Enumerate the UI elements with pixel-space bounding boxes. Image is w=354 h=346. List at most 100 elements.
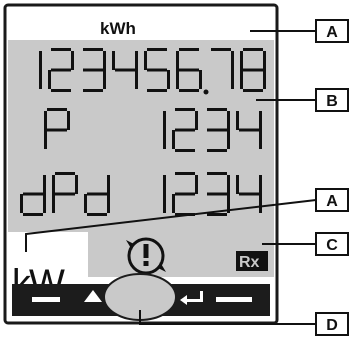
segment xyxy=(163,194,166,213)
segment xyxy=(176,70,179,89)
segment xyxy=(175,192,195,196)
segment xyxy=(263,70,266,89)
decimal-point xyxy=(203,89,209,95)
segment xyxy=(163,130,166,149)
segment xyxy=(43,175,46,194)
segment xyxy=(47,108,67,111)
segment xyxy=(207,213,227,216)
segment xyxy=(179,68,199,72)
callout-a-top: A xyxy=(315,19,349,43)
segment xyxy=(243,48,263,51)
callout-d: D xyxy=(315,312,349,336)
segment xyxy=(236,175,239,194)
svg-text:A: A xyxy=(326,193,338,210)
segment xyxy=(84,194,87,213)
segment xyxy=(207,108,227,111)
segment xyxy=(207,149,227,152)
segment xyxy=(147,89,167,92)
segment xyxy=(236,111,239,130)
segment xyxy=(51,68,71,72)
callout-a-bottom: A xyxy=(315,188,349,212)
svg-text:D: D xyxy=(326,317,338,334)
segment xyxy=(144,51,147,70)
segment xyxy=(175,149,195,152)
segment xyxy=(175,172,195,175)
segment xyxy=(39,51,42,70)
segment xyxy=(103,70,106,89)
segment xyxy=(175,108,195,111)
segment xyxy=(259,130,262,149)
segment xyxy=(52,175,55,194)
segment xyxy=(51,48,71,51)
segment xyxy=(83,89,103,92)
segment xyxy=(211,48,231,51)
segment xyxy=(207,192,227,196)
segment xyxy=(163,111,166,130)
segment xyxy=(227,111,230,130)
segment xyxy=(167,70,170,89)
segment xyxy=(23,213,43,216)
segment xyxy=(87,213,107,216)
segment xyxy=(135,70,138,89)
segment xyxy=(87,192,107,196)
meter-lcd-diagram: kWh kW Rx A B A xyxy=(0,0,354,341)
segment xyxy=(83,48,103,51)
segment xyxy=(112,51,115,70)
segment xyxy=(107,194,110,213)
segment xyxy=(135,51,138,70)
segment xyxy=(227,175,230,194)
segment xyxy=(51,89,71,92)
segment xyxy=(107,175,110,194)
segment xyxy=(44,130,47,149)
segment xyxy=(39,70,42,89)
segment xyxy=(147,68,167,72)
unit-kwh-label: kWh xyxy=(100,19,136,38)
segment xyxy=(52,194,55,213)
segment xyxy=(23,192,43,196)
rx-badge-label: Rx xyxy=(239,254,260,271)
segment xyxy=(172,130,175,149)
segment xyxy=(207,172,227,175)
segment xyxy=(147,48,167,51)
segment xyxy=(179,89,199,92)
segment xyxy=(259,194,262,213)
callout-c: C xyxy=(315,232,349,256)
segment xyxy=(175,128,195,132)
segment xyxy=(55,192,75,196)
segment xyxy=(239,192,259,196)
segment xyxy=(71,51,74,70)
segment xyxy=(195,111,198,130)
segment xyxy=(176,51,179,70)
segment xyxy=(259,175,262,194)
segment xyxy=(240,70,243,89)
lcd-background xyxy=(8,40,274,232)
segment xyxy=(231,51,234,70)
segment xyxy=(243,89,263,92)
callout-b: B xyxy=(315,88,349,112)
segment xyxy=(83,68,103,72)
segment xyxy=(163,175,166,194)
segment xyxy=(115,68,135,72)
segment xyxy=(240,51,243,70)
segment xyxy=(243,68,263,72)
segment xyxy=(227,130,230,149)
segment xyxy=(195,175,198,194)
segment xyxy=(67,111,70,130)
segment xyxy=(43,194,46,213)
segment xyxy=(179,48,199,51)
segment xyxy=(199,70,202,89)
svg-text:B: B xyxy=(326,93,338,110)
segment xyxy=(48,70,51,89)
segment xyxy=(259,111,262,130)
segment xyxy=(207,128,227,132)
svg-text:C: C xyxy=(326,237,338,254)
segment xyxy=(44,111,47,130)
svg-text:A: A xyxy=(326,24,338,41)
segment xyxy=(239,128,259,132)
segment xyxy=(263,51,266,70)
segment xyxy=(231,70,234,89)
segment xyxy=(103,51,106,70)
segment xyxy=(55,172,75,175)
segment xyxy=(47,128,67,132)
segment xyxy=(20,194,23,213)
